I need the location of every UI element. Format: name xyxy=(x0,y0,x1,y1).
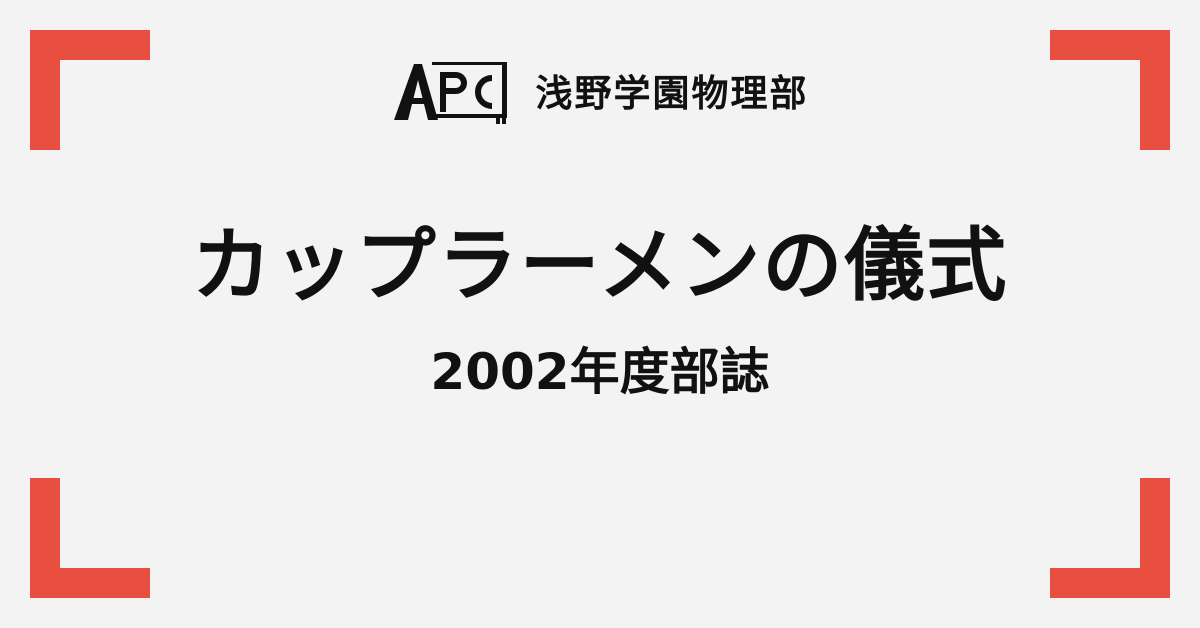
page-title: カップラーメンの儀式 xyxy=(191,219,1009,312)
club-name: 浅野学園物理部 xyxy=(535,71,809,115)
corner-bracket-bottom-right xyxy=(1050,478,1170,598)
apc-logo xyxy=(393,62,507,124)
corner-bracket-bottom-left xyxy=(30,478,150,598)
page-subtitle: 2002年度部誌 xyxy=(430,343,770,401)
club-header: 浅野学園物理部 xyxy=(0,58,1200,128)
og-card: 浅野学園物理部 カップラーメンの儀式 2002年度部誌 xyxy=(0,0,1200,628)
